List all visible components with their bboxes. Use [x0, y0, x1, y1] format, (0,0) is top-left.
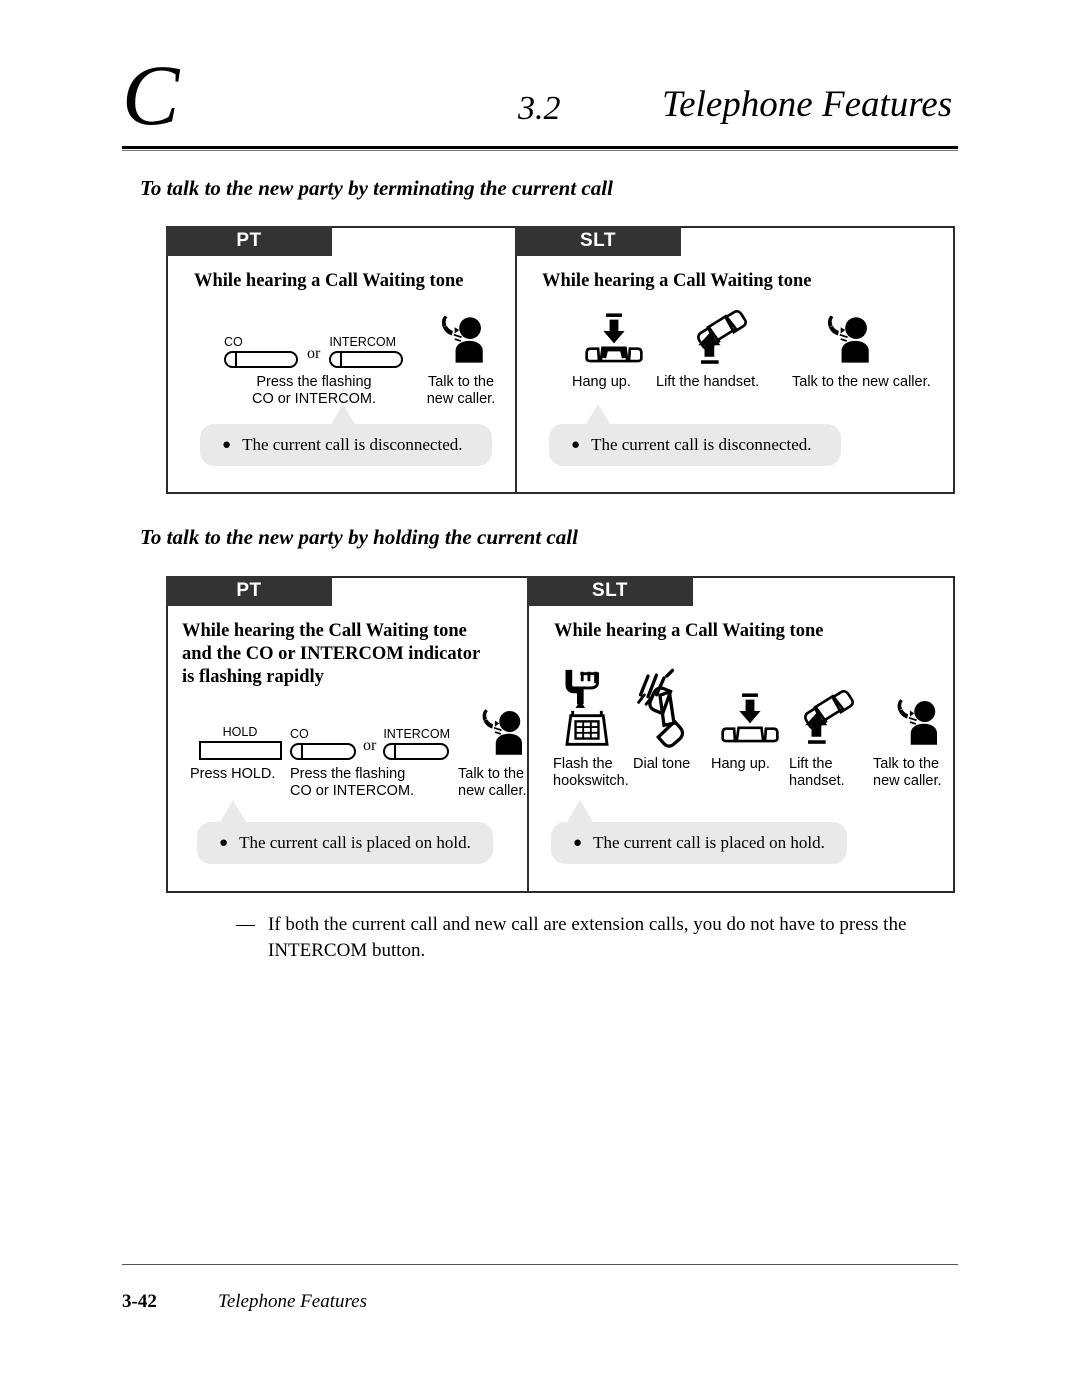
callout-text-pt-1: The current call is disconnected.	[242, 435, 463, 454]
panel-pt-terminating: PT While hearing a Call Waiting tone CO …	[166, 226, 517, 492]
callout-text-slt-1: The current call is disconnected.	[591, 435, 812, 454]
pt-button-co-shape[interactable]	[290, 743, 356, 760]
step-label-talk-to-caller: Talk to the new caller.	[426, 374, 496, 407]
step-label-talk-holding: Talk to the new caller.	[458, 766, 527, 799]
page-number: 3-42	[122, 1291, 157, 1312]
chapter-letter: C	[122, 47, 180, 143]
pt-button-co[interactable]: CO	[290, 728, 356, 760]
callout-slt-holding: ● The current call is placed on hold.	[551, 822, 847, 864]
pt-button-intercom[interactable]: INTERCOM	[383, 728, 450, 760]
callout-text-pt-2: The current call is placed on hold.	[239, 833, 471, 852]
step-label-press-flashing-holding: Press the flashing CO or INTERCOM.	[290, 766, 415, 799]
page-header: C 3.2 Telephone Features	[122, 52, 958, 154]
panel-slt-holding: SLT While hearing a Call Waiting tone Fl…	[527, 576, 953, 891]
tab-pt[interactable]: PT	[166, 226, 332, 256]
panel-heading-pt-holding: While hearing the Call Waiting tone and …	[182, 621, 481, 687]
pt-button-intercom-label: INTERCOM	[329, 335, 396, 349]
step-lift-handset-holding: Lift the handset.	[789, 664, 873, 790]
section-heading-holding: To talk to the new party by holding the …	[140, 525, 578, 549]
lift-handset-icon	[693, 310, 755, 368]
step-label-dial-tone: Dial tone	[633, 756, 691, 772]
pt-button-hold-label: HOLD	[222, 725, 258, 739]
step-hang-up: Hang up.	[572, 306, 656, 391]
step-label-lift-handset: Lift the handset.	[656, 374, 760, 390]
step-label-flash-hookswitch: Flash the hookswitch.	[553, 756, 629, 789]
panel-heading-slt-holding: While hearing a Call Waiting tone	[554, 621, 824, 641]
panel-heading-slt: While hearing a Call Waiting tone	[542, 271, 812, 291]
section-number: 3.2	[518, 90, 561, 127]
pt-button-hold-shape[interactable]	[198, 741, 282, 760]
pt-button-intercom-shape[interactable]	[383, 743, 450, 760]
note-dash: —	[236, 914, 255, 935]
flash-hookswitch-icon	[559, 666, 615, 750]
callout-tail-pt-1	[330, 404, 356, 426]
pt-button-intercom[interactable]: INTERCOM	[329, 335, 404, 368]
step-press-flashing-co-intercom: CO or INTERCOM Press the flashing CO or …	[224, 306, 404, 408]
lift-handset-icon	[800, 688, 862, 750]
talk-to-caller-icon	[473, 704, 529, 760]
footer-title: Telephone Features	[218, 1291, 367, 1312]
pt-button-intercom-shape[interactable]	[329, 351, 404, 368]
pt-button-co-label: CO	[224, 335, 243, 349]
step-label-talk-slt-holding: Talk to the new caller.	[873, 756, 942, 789]
step-label-lift-handset-holding: Lift the handset.	[789, 756, 845, 789]
hang-up-icon	[720, 688, 780, 750]
callout-text-slt-2: The current call is placed on hold.	[593, 833, 825, 852]
pt-button-co[interactable]: CO	[224, 336, 298, 368]
or-separator-1: or	[307, 345, 321, 362]
hang-up-icon	[584, 310, 644, 368]
callout-tail-slt-1	[585, 404, 611, 426]
page-title: Telephone Features	[662, 84, 953, 125]
note-text: If both the current call and new call ar…	[268, 914, 907, 961]
bullet-icon: ●	[219, 834, 229, 851]
panel-heading-pt: While hearing a Call Waiting tone	[194, 271, 464, 291]
callout-pt-terminating: ● The current call is disconnected.	[200, 424, 492, 466]
callout-slt-terminating: ● The current call is disconnected.	[549, 424, 841, 466]
talk-to-caller-icon	[432, 310, 490, 368]
step-press-flashing-co-intercom-holding: CO or INTERCOM Press the flashing CO or …	[290, 698, 458, 800]
callout-tail-pt-2	[220, 800, 246, 822]
bullet-icon: ●	[573, 834, 583, 851]
tab-pt[interactable]: PT	[166, 576, 332, 606]
bullet-icon: ●	[571, 436, 581, 453]
dial-tone-icon	[633, 666, 695, 750]
step-press-hold: HOLD Press HOLD.	[190, 698, 290, 783]
callout-tail-slt-2	[567, 800, 593, 822]
talk-to-caller-icon	[888, 694, 944, 750]
pt-button-co-label: CO	[290, 727, 309, 741]
step-label-talk-slt: Talk to the new caller.	[792, 374, 931, 390]
panel-slt-terminating: SLT While hearing a Call Waiting tone Ha…	[515, 226, 953, 492]
callout-pt-holding: ● The current call is placed on hold.	[197, 822, 493, 864]
step-flash-hookswitch: Flash the hookswitch.	[553, 664, 633, 790]
tab-slt[interactable]: SLT	[515, 226, 681, 256]
bullet-icon: ●	[222, 436, 232, 453]
step-label-hang-up: Hang up.	[572, 374, 631, 390]
procedure-box-holding: PT While hearing the Call Waiting tone a…	[166, 576, 955, 893]
step-label-hang-up-holding: Hang up.	[711, 756, 770, 772]
header-divider	[122, 146, 958, 152]
pt-button-intercom-label: INTERCOM	[383, 727, 450, 741]
step-lift-handset: Lift the handset.	[656, 306, 792, 391]
step-talk-to-caller-slt-holding: Talk to the new caller.	[873, 664, 959, 790]
step-talk-to-caller-slt: Talk to the new caller.	[792, 306, 932, 391]
talk-to-caller-icon	[818, 310, 876, 368]
step-talk-to-caller: Talk to the new caller.	[412, 306, 510, 408]
pt-button-co-shape[interactable]	[224, 351, 298, 368]
procedure-box-terminating: PT While hearing a Call Waiting tone CO …	[166, 226, 955, 494]
step-hang-up-holding: Hang up.	[711, 664, 789, 773]
panel-pt-holding: PT While hearing the Call Waiting tone a…	[166, 576, 529, 891]
step-dial-tone: Dial tone	[633, 664, 711, 773]
or-separator-2: or	[363, 737, 377, 754]
section-heading-terminating: To talk to the new party by terminating …	[140, 176, 613, 200]
step-label-press-hold: Press HOLD.	[190, 766, 276, 782]
bottom-note: — If both the current call and new call …	[236, 912, 960, 964]
footer-divider	[122, 1264, 958, 1265]
tab-slt[interactable]: SLT	[527, 576, 693, 606]
pt-button-hold[interactable]: HOLD	[198, 725, 282, 760]
step-label-press-flashing: Press the flashing CO or INTERCOM.	[251, 374, 377, 407]
